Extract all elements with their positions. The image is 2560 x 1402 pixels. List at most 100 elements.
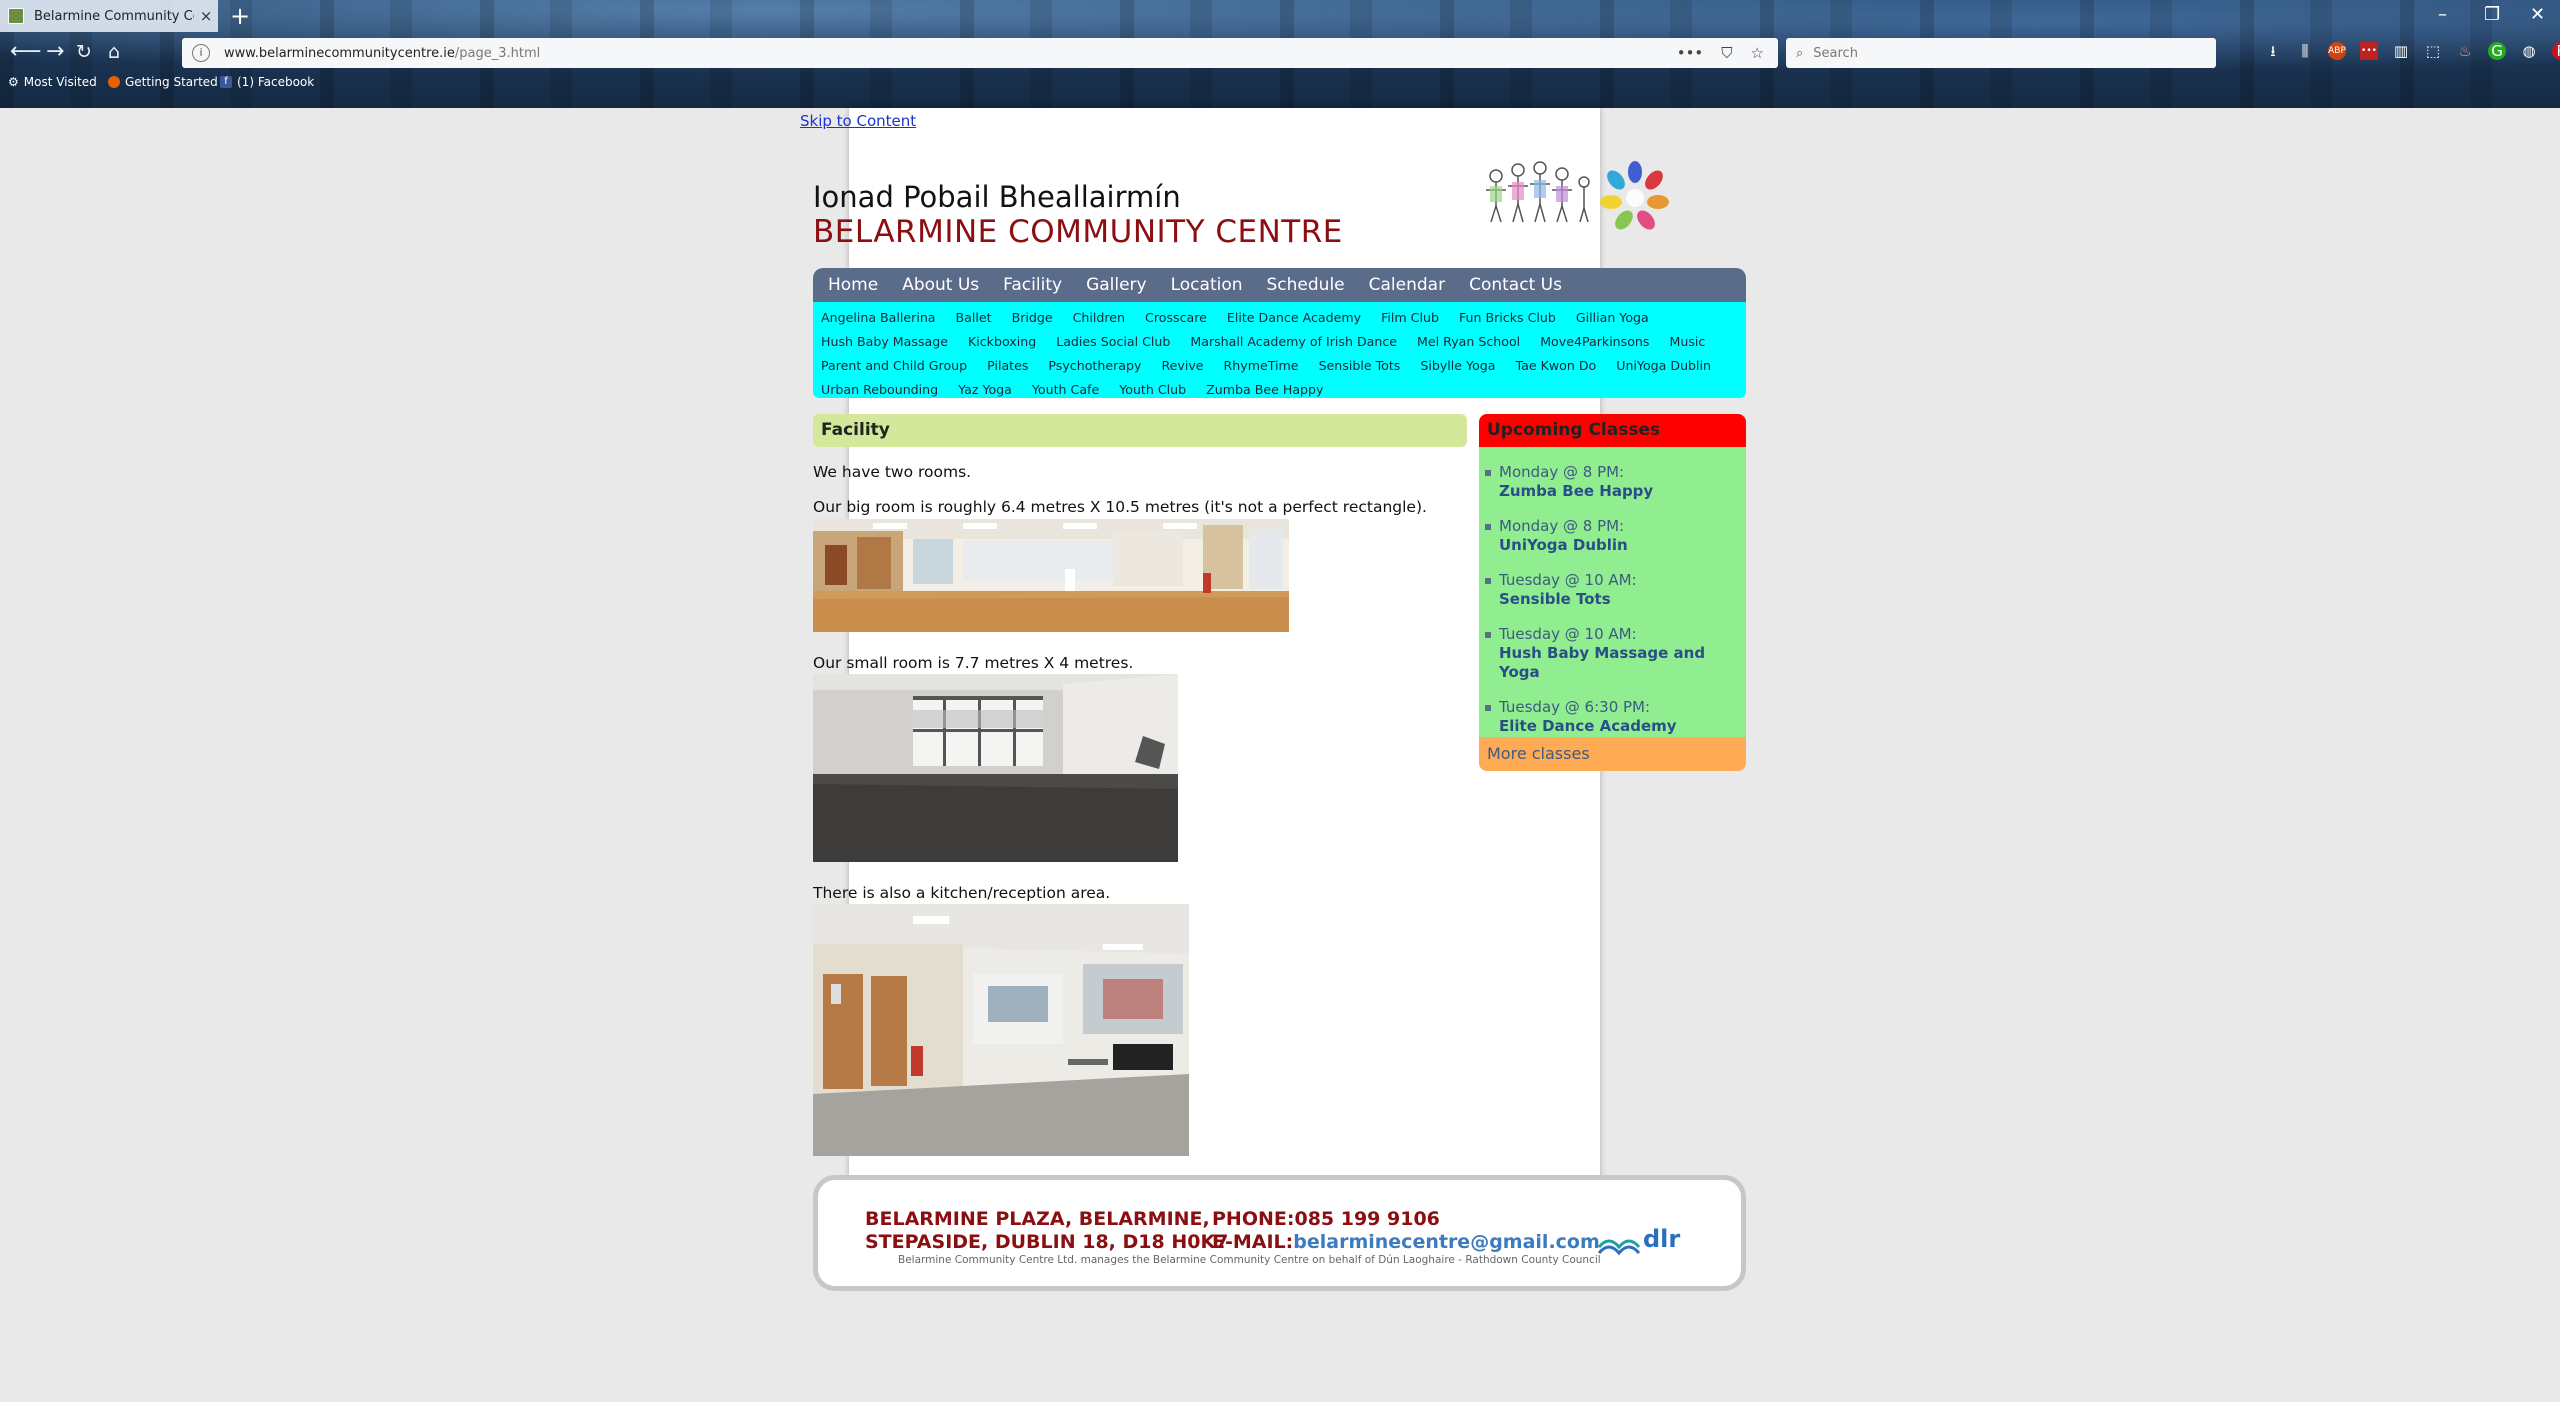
new-tab-button[interactable]: + <box>230 2 250 30</box>
back-icon[interactable]: ⟵ <box>10 40 42 64</box>
extension-icon[interactable]: ••• <box>2360 42 2378 60</box>
footer-note: Belarmine Community Centre Ltd. manages … <box>898 1254 1601 1266</box>
subnav-link[interactable]: Sibylle Yoga <box>1420 354 1495 378</box>
kitchen-photo <box>813 904 1189 1156</box>
class-time: Monday @ 8 PM: <box>1499 463 1625 481</box>
big-room-text: Our big room is roughly 6.4 metres X 10.… <box>813 498 1427 516</box>
small-room-text: Our small room is 7.7 metres X 4 metres. <box>813 654 1134 672</box>
library-icon[interactable]: ⫼ <box>2296 42 2314 60</box>
pinterest-icon[interactable]: P <box>2552 42 2560 60</box>
nav-gallery[interactable]: Gallery <box>1086 275 1147 295</box>
bookmark-getting-started[interactable]: Getting Started <box>108 75 218 89</box>
nav-calendar[interactable]: Calendar <box>1369 275 1445 295</box>
subnav-link[interactable]: Gillian Yoga <box>1576 306 1649 330</box>
subnav-link[interactable]: Marshall Academy of Irish Dance <box>1190 330 1397 354</box>
sidebar-icon[interactable]: ▥ <box>2392 42 2410 60</box>
subnav-link[interactable]: Ballet <box>956 306 992 330</box>
browser-tab[interactable]: Belarmine Community Centre × <box>0 0 218 32</box>
subnav-link[interactable]: Film Club <box>1381 306 1439 330</box>
subnav-link[interactable]: UniYoga Dublin <box>1616 354 1711 378</box>
subnav-link[interactable]: Pilates <box>987 354 1028 378</box>
bullet-icon <box>1485 632 1491 638</box>
minimize-icon[interactable]: – <box>2438 4 2447 25</box>
subnav-link[interactable]: Kickboxing <box>968 330 1036 354</box>
bookmark-most-visited[interactable]: ⚙ Most Visited <box>8 75 97 89</box>
window-close-icon[interactable]: ✕ <box>2530 4 2545 25</box>
subnav-link[interactable]: Mel Ryan School <box>1417 330 1520 354</box>
subnav-link[interactable]: Hush Baby Massage <box>821 330 948 354</box>
restore-icon[interactable]: ❐ <box>2484 4 2500 25</box>
nav-facility[interactable]: Facility <box>1003 275 1062 295</box>
subnav-link[interactable]: Ladies Social Club <box>1056 330 1170 354</box>
nav-home[interactable]: Home <box>828 275 878 295</box>
upcoming-classes-list: Monday @ 8 PM: Zumba Bee Happy Monday @ … <box>1479 447 1746 737</box>
subnav-link[interactable]: Psychotherapy <box>1048 354 1141 378</box>
bullet-icon <box>1485 524 1491 530</box>
subnav-link[interactable]: Move4Parkinsons <box>1540 330 1649 354</box>
search-input[interactable]: ⌕ Search <box>1786 38 2216 68</box>
subnav-link[interactable]: Fun Bricks Club <box>1459 306 1556 330</box>
bookmark-star-icon[interactable]: ☆ <box>1751 44 1764 62</box>
firefox-icon <box>108 76 120 88</box>
more-classes-link[interactable]: More classes <box>1479 737 1746 771</box>
subnav-link[interactable]: RhymeTime <box>1224 354 1299 378</box>
subnav-link[interactable]: Sensible Tots <box>1319 354 1401 378</box>
subnav-link[interactable]: Youth Club <box>1119 378 1186 402</box>
phone-value: 085 199 9106 <box>1294 1208 1440 1230</box>
url-domain: www.belarminecommunitycentre.ie <box>224 45 455 61</box>
adblock-icon[interactable]: ABP <box>2328 42 2346 60</box>
subnav-link[interactable]: Bridge <box>1012 306 1053 330</box>
downloads-icon[interactable]: ⭳ <box>2264 42 2282 60</box>
grammarly-icon[interactable]: G <box>2488 42 2506 60</box>
nav-location[interactable]: Location <box>1171 275 1243 295</box>
class-name-link[interactable]: Hush Baby Massage and Yoga <box>1499 644 1746 682</box>
subnav-link[interactable]: Yaz Yoga <box>958 378 1012 402</box>
extension-flame-icon[interactable]: ♨ <box>2456 42 2474 60</box>
class-time: Tuesday @ 6:30 PM: <box>1499 698 1651 716</box>
browser-chrome: Belarmine Community Centre × + – ❐ ✕ ⟵ →… <box>0 0 2560 108</box>
subnav-link[interactable]: Music <box>1669 330 1705 354</box>
subnav-link[interactable]: Children <box>1073 306 1125 330</box>
dlr-logo-text: dlr <box>1643 1225 1681 1253</box>
class-name-link[interactable]: UniYoga Dublin <box>1499 536 1628 555</box>
subnav-link[interactable]: Tae Kwon Do <box>1516 354 1597 378</box>
nav-contact-us[interactable]: Contact Us <box>1469 275 1562 295</box>
class-time: Tuesday @ 10 AM: <box>1499 571 1637 589</box>
big-room-photo <box>813 519 1289 632</box>
address-bar[interactable]: i www.belarminecommunitycentre.ie/page_3… <box>182 38 1778 68</box>
bullet-icon <box>1485 705 1491 711</box>
tab-title: Belarmine Community Centre <box>34 8 194 24</box>
list-item: Tuesday @ 10 AM: Sensible Tots <box>1485 571 1746 609</box>
site-info-icon[interactable]: i <box>192 44 210 62</box>
bullet-icon <box>1485 578 1491 584</box>
email-link[interactable]: belarminecentre@gmail.com <box>1293 1231 1600 1253</box>
subnav-link[interactable]: Youth Cafe <box>1032 378 1099 402</box>
subnav-link[interactable]: Urban Rebounding <box>821 378 938 402</box>
class-name-link[interactable]: Sensible Tots <box>1499 590 1637 609</box>
subnav-link[interactable]: Angelina Ballerina <box>821 306 936 330</box>
site-title-english: BELARMINE COMMUNITY CENTRE <box>813 214 1343 250</box>
list-item: Tuesday @ 10 AM: Hush Baby Massage and Y… <box>1485 625 1746 682</box>
email-label: E-MAIL: <box>1212 1231 1294 1253</box>
skip-to-content-link[interactable]: Skip to Content <box>800 112 916 130</box>
extension-globe-icon[interactable]: ◍ <box>2520 42 2538 60</box>
class-name-link[interactable]: Zumba Bee Happy <box>1499 482 1653 501</box>
screenshot-icon[interactable]: ⬚ <box>2424 42 2442 60</box>
pocket-icon[interactable]: ⛉ <box>1721 44 1732 62</box>
home-icon[interactable]: ⌂ <box>108 40 120 64</box>
subnav-link[interactable]: Crosscare <box>1145 306 1207 330</box>
reload-icon[interactable]: ↻ <box>76 40 92 64</box>
bookmark-facebook[interactable]: f (1) Facebook <box>220 75 314 89</box>
subnav-link[interactable]: Elite Dance Academy <box>1227 306 1361 330</box>
subnav-link[interactable]: Revive <box>1161 354 1203 378</box>
bookmark-label: Most Visited <box>23 75 97 89</box>
page-actions-icon[interactable]: ••• <box>1677 44 1704 62</box>
class-time: Monday @ 8 PM: <box>1499 517 1625 535</box>
nav-about-us[interactable]: About Us <box>902 275 979 295</box>
subnav-link[interactable]: Parent and Child Group <box>821 354 967 378</box>
nav-schedule[interactable]: Schedule <box>1267 275 1345 295</box>
tab-close-icon[interactable]: × <box>194 7 218 25</box>
forward-icon[interactable]: → <box>46 40 64 64</box>
class-name-link[interactable]: Elite Dance Academy <box>1499 717 1677 736</box>
subnav-link[interactable]: Zumba Bee Happy <box>1206 378 1323 402</box>
